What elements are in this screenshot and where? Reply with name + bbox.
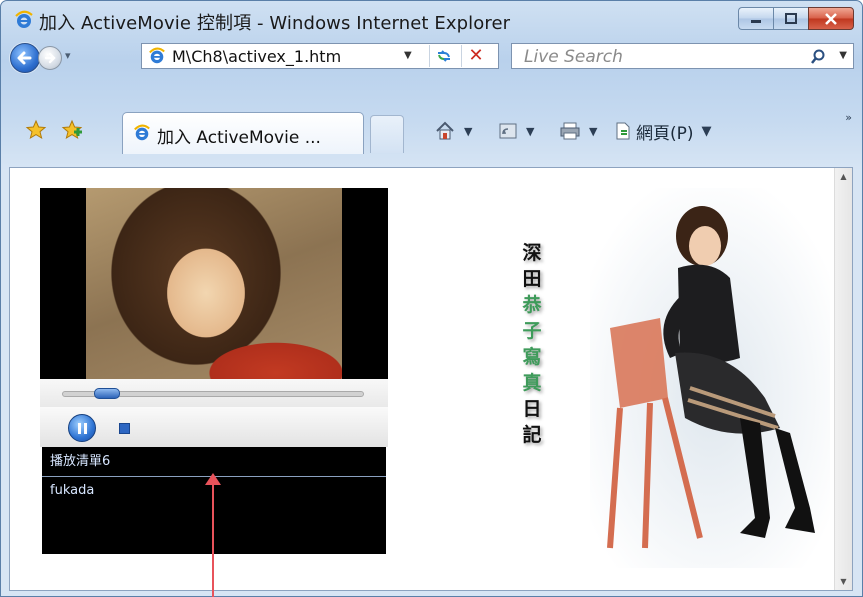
- model-photo-image: [590, 188, 830, 568]
- home-icon: [436, 121, 454, 140]
- add-favorites-icon[interactable]: [61, 119, 83, 141]
- vertical-char: 記: [522, 424, 542, 446]
- scroll-down-icon[interactable]: ▼: [835, 573, 852, 590]
- window-title: 加入 ActiveMovie 控制項 - Windows Internet Ex…: [39, 13, 511, 34]
- video-display: [40, 188, 388, 379]
- maximize-button[interactable]: [773, 7, 808, 30]
- search-icon[interactable]: [809, 48, 827, 66]
- feeds-button[interactable]: ▼: [498, 119, 534, 143]
- address-dropdown-icon[interactable]: ▼: [404, 50, 412, 61]
- maximize-icon: [785, 12, 797, 24]
- page-content: 播放清單6 fukada 深 田 恭 子 寫 真 日 記 ▲ ▼: [9, 167, 853, 591]
- home-dropdown-icon[interactable]: ▼: [464, 125, 472, 138]
- forward-button[interactable]: [38, 46, 62, 70]
- window-controls: [738, 7, 854, 30]
- annotation-arrow-line: [212, 477, 214, 597]
- url-text[interactable]: M\Ch8\activex_1.htm: [172, 47, 341, 66]
- feeds-dropdown-icon[interactable]: ▼: [526, 125, 534, 138]
- home-button[interactable]: ▼: [434, 119, 472, 143]
- close-icon: [825, 12, 837, 25]
- vertical-char: 日: [522, 398, 542, 420]
- tab-page-icon: [134, 124, 150, 141]
- pause-icon: [77, 422, 81, 434]
- stop-icon: ✕: [468, 45, 484, 66]
- stop-button[interactable]: ✕: [461, 45, 490, 67]
- page-icon: [616, 122, 630, 140]
- back-arrow-icon: [17, 51, 32, 65]
- scroll-up-icon[interactable]: ▲: [835, 168, 852, 185]
- minimize-button[interactable]: [738, 7, 773, 30]
- tab-active[interactable]: 加入 ActiveMovie ...: [122, 112, 364, 154]
- vertical-char: 子: [522, 320, 542, 342]
- forward-arrow-icon: [44, 52, 56, 64]
- playlist-item[interactable]: fukada: [50, 483, 94, 498]
- seek-thumb[interactable]: [94, 388, 120, 399]
- refresh-icon: [438, 50, 450, 62]
- search-box[interactable]: Live Search ▼: [511, 43, 854, 69]
- player-controls: [40, 407, 388, 447]
- refresh-button[interactable]: [429, 45, 458, 67]
- back-button[interactable]: [10, 43, 40, 73]
- pause-button[interactable]: [68, 414, 96, 442]
- minimize-icon: [751, 19, 761, 23]
- new-tab-button[interactable]: [370, 115, 404, 153]
- seek-bar[interactable]: [40, 379, 388, 407]
- favorites-star-icon[interactable]: [25, 119, 47, 141]
- page-menu-label: 網頁(P): [636, 123, 694, 144]
- video-frame-image: [86, 188, 342, 379]
- page-menu[interactable]: 網頁(P) ▼: [614, 119, 712, 144]
- page-menu-dropdown-icon[interactable]: ▼: [702, 124, 712, 139]
- vertical-char: 真: [522, 372, 542, 394]
- search-dropdown-icon[interactable]: ▼: [839, 50, 847, 61]
- more-commands-icon[interactable]: »: [845, 111, 852, 124]
- vertical-char: 恭: [522, 294, 542, 316]
- print-dropdown-icon[interactable]: ▼: [589, 125, 597, 138]
- browser-window: 加入 ActiveMovie 控制項 - Windows Internet Ex…: [0, 0, 863, 597]
- playlist-panel: 播放清單6 fukada: [42, 447, 386, 554]
- recent-pages-dropdown[interactable]: ▾: [65, 49, 71, 62]
- vertical-char: 田: [522, 268, 542, 290]
- vertical-char: 寫: [522, 346, 542, 368]
- vertical-char: 深: [522, 242, 542, 264]
- activemovie-player[interactable]: 播放清單6 fukada: [40, 188, 388, 554]
- page-icon: [149, 47, 165, 64]
- feeds-icon: [499, 123, 517, 139]
- close-button[interactable]: [808, 7, 854, 30]
- stop-media-button[interactable]: [119, 423, 130, 434]
- vertical-title-text: 深 田 恭 子 寫 真 日 記: [518, 240, 546, 448]
- address-bar[interactable]: M\Ch8\activex_1.htm ▼ ✕: [141, 43, 499, 69]
- search-input[interactable]: Live Search: [524, 47, 623, 67]
- ie-logo-icon: [15, 10, 33, 28]
- print-button[interactable]: ▼: [559, 119, 597, 143]
- tab-label: 加入 ActiveMovie ...: [157, 128, 321, 148]
- printer-icon: [560, 122, 580, 140]
- vertical-scrollbar[interactable]: ▲ ▼: [834, 168, 852, 590]
